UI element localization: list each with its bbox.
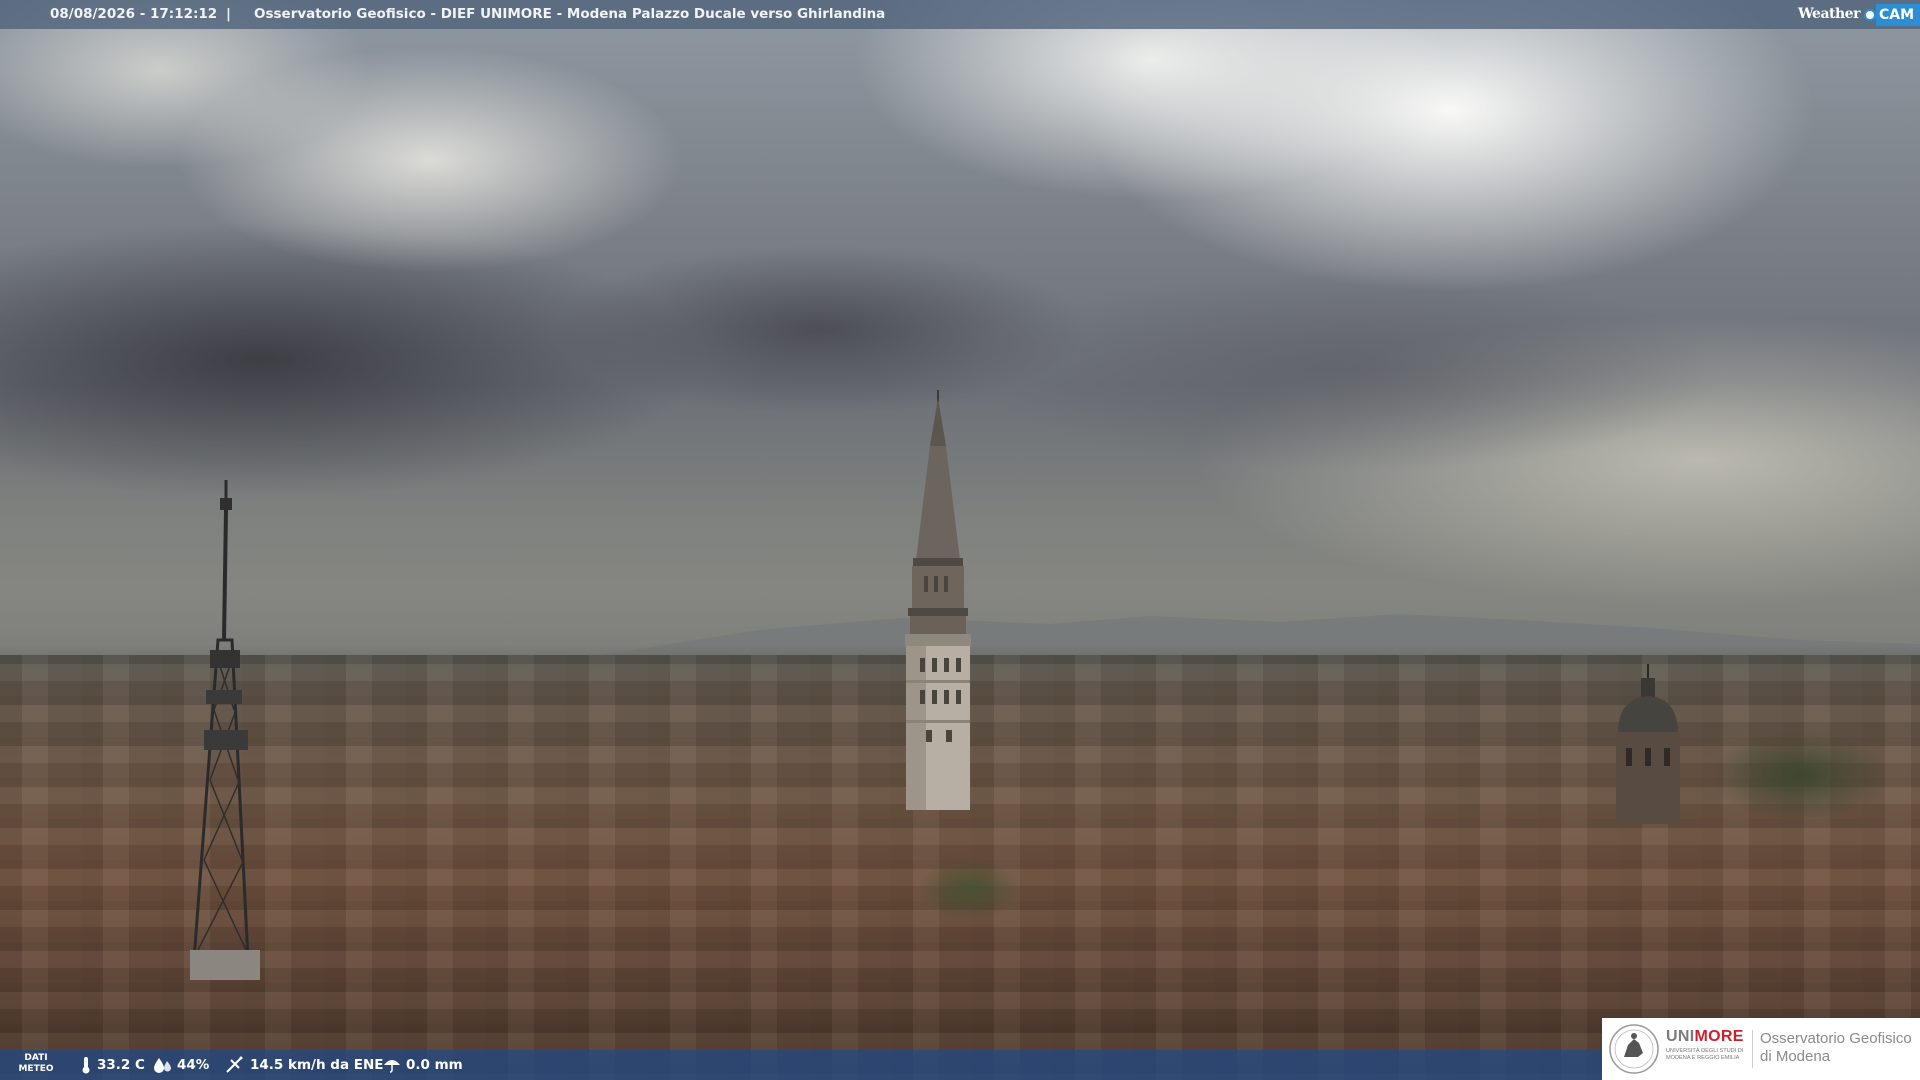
timestamp: 08/08/2026 - 17:12:12 — [50, 6, 218, 22]
header-separator: | — [226, 6, 231, 22]
unimore-wordmark: UNIMORE — [1666, 1028, 1744, 1046]
meteo-data-bar: DATI METEO 33.2 C 44% 14.5 km/h da ENE 0… — [0, 1050, 1602, 1080]
wind-value: 14.5 km/h da ENE — [250, 1057, 384, 1073]
meteo-label-line2: METEO — [18, 1064, 54, 1074]
unimore-more-text: MORE — [1694, 1028, 1744, 1045]
wind-direction-icon — [226, 1056, 243, 1073]
wind-reading: 14.5 km/h da ENE — [225, 1050, 384, 1080]
church-dome — [1616, 664, 1680, 824]
trees-middle — [900, 850, 1040, 930]
humidity-reading: 44% — [152, 1050, 209, 1080]
trees-right — [1680, 720, 1920, 830]
thermometer-icon — [82, 1057, 90, 1074]
unimore-uni-text: UNI — [1666, 1028, 1695, 1045]
weathercam-cam-text: CAM — [1875, 3, 1920, 26]
temperature-value: 33.2 C — [97, 1057, 145, 1073]
ghirlandina-tower — [905, 390, 971, 810]
humidity-value: 44% — [177, 1057, 210, 1073]
observatory-name-line2: di Modena — [1760, 1048, 1831, 1065]
antenna-mast — [190, 480, 260, 980]
header-bar: 08/08/2026 - 17:12:12 | Osservatorio Geo… — [0, 0, 1920, 29]
rain-value: 0.0 mm — [406, 1057, 463, 1073]
unimore-observatory-logo: UNIMORE Università degli studi di Modena… — [1602, 1018, 1920, 1080]
logo-divider — [1752, 1030, 1753, 1068]
webcam-image — [0, 0, 1920, 1080]
meteo-label-line1: DATI — [24, 1053, 48, 1063]
weathercam-dot-icon — [1863, 8, 1876, 21]
weathercam-logo: Weather CAM — [1798, 0, 1920, 29]
meteo-label: DATI METEO — [18, 1053, 54, 1075]
humidity-drops-icon — [154, 1058, 171, 1073]
weathercam-weather-text: Weather — [1797, 6, 1861, 22]
observatory-name-line1: Osservatorio Geofisico — [1760, 1030, 1912, 1047]
university-crest-icon — [1609, 1024, 1659, 1074]
rain-reading: 0.0 mm — [383, 1050, 463, 1080]
temperature-reading: 33.2 C — [80, 1050, 145, 1080]
observatory-name: Osservatorio Geofisico di Modena — [1760, 1030, 1912, 1066]
umbrella-icon — [384, 1060, 400, 1073]
camera-title: Osservatorio Geofisico - DIEF UNIMORE - … — [254, 6, 886, 22]
university-name: Università degli studi di Modena e Reggi… — [1666, 1048, 1744, 1061]
